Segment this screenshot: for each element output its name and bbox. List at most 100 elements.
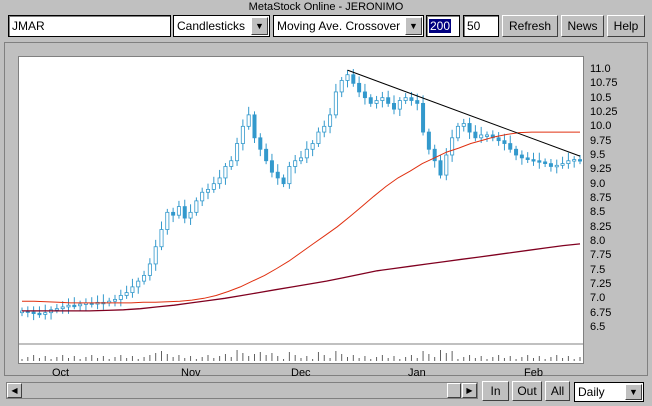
- candle-body: [72, 304, 77, 308]
- candle-body: [374, 100, 379, 104]
- candle-body: [264, 148, 269, 162]
- y-tick-label: 10.25: [590, 106, 618, 118]
- candle-body: [560, 163, 565, 166]
- candle-body: [380, 97, 385, 101]
- trendline: [347, 69, 581, 157]
- y-tick-label: 9.0: [590, 177, 606, 190]
- candle-body: [467, 123, 472, 133]
- y-tick-label: 9.5: [590, 149, 606, 161]
- candle-body: [188, 211, 193, 219]
- x-tick-label: Dec: [291, 367, 311, 379]
- candle-body: [566, 160, 571, 165]
- scroll-right-icon[interactable]: ▶: [462, 383, 477, 398]
- candle-body: [293, 160, 298, 167]
- candle-body: [444, 154, 449, 176]
- zoom-in-button[interactable]: In: [482, 381, 509, 401]
- y-tick-label: 8.25: [590, 220, 612, 233]
- zoom-out-button[interactable]: Out: [512, 381, 542, 401]
- candle-body: [554, 164, 559, 168]
- candle-body: [438, 160, 443, 176]
- candle-body: [543, 161, 548, 165]
- candle-body: [252, 114, 257, 139]
- x-tick-label: Jan: [408, 367, 426, 379]
- candle-body: [397, 100, 402, 110]
- scroll-thumb[interactable]: [447, 383, 461, 398]
- ma-long-line: [22, 243, 581, 312]
- candle-body: [525, 157, 530, 160]
- candle-body: [229, 160, 234, 167]
- y-tick-label: 6.75: [590, 306, 612, 319]
- candle-body: [281, 177, 286, 185]
- candle-body: [194, 200, 199, 213]
- y-tick-label: 8.5: [590, 206, 606, 219]
- candle-body: [54, 308, 59, 311]
- candle-body: [345, 74, 350, 81]
- candle-body: [531, 159, 536, 162]
- candle-body: [357, 82, 362, 93]
- x-tick-label: Nov: [181, 367, 201, 379]
- candle-body: [368, 97, 373, 104]
- candle-body: [182, 206, 187, 219]
- candle-body: [130, 286, 135, 294]
- y-tick-label: 7.5: [590, 263, 606, 276]
- candle-body: [473, 131, 478, 139]
- candle-body: [246, 114, 251, 127]
- candle-body: [165, 211, 170, 230]
- y-tick-label: 7.75: [590, 249, 612, 262]
- candle-body: [415, 100, 420, 104]
- candle-body: [235, 143, 240, 162]
- scroll-left-icon[interactable]: ◀: [7, 383, 22, 398]
- y-tick-label: 8.0: [590, 235, 606, 247]
- candle-body: [223, 166, 228, 179]
- candle-body: [450, 137, 455, 156]
- chevron-down-icon[interactable]: ▼: [625, 384, 642, 400]
- candle-body: [217, 177, 222, 185]
- candle-body: [316, 131, 321, 144]
- interval-value: Daily: [578, 385, 605, 399]
- zoom-all-button[interactable]: All: [545, 381, 570, 401]
- candle-body: [572, 159, 577, 162]
- candle-body: [514, 148, 519, 156]
- candle-body: [136, 280, 141, 288]
- candle-body: [275, 171, 280, 179]
- candle-body: [362, 91, 367, 99]
- y-tick-label: 6.5: [590, 321, 606, 333]
- y-tick-label: 8.75: [590, 192, 612, 204]
- candle-body: [124, 292, 129, 296]
- candle-body: [537, 160, 542, 163]
- candle-body: [37, 312, 42, 316]
- candle-body: [386, 97, 391, 104]
- candle-body: [502, 140, 507, 144]
- candle-body: [142, 274, 147, 282]
- candle-body: [496, 137, 501, 142]
- interval-select[interactable]: Daily ▼: [574, 382, 644, 402]
- y-tick-label: 10.75: [590, 77, 618, 90]
- candle-body: [205, 188, 210, 193]
- candle-body: [298, 157, 303, 162]
- candle-body: [118, 295, 123, 300]
- candle-body: [322, 125, 327, 133]
- candle-body: [304, 148, 309, 159]
- candle-body: [211, 183, 216, 190]
- candle-body: [484, 134, 489, 137]
- y-tick-label: 11.0: [590, 63, 611, 75]
- candle-body: [479, 134, 484, 139]
- candle-body: [153, 246, 158, 265]
- candle-body: [269, 160, 274, 173]
- candle-body: [432, 148, 437, 162]
- candle-body: [78, 303, 83, 307]
- candle-body: [421, 103, 426, 133]
- candle-body: [240, 125, 245, 144]
- candle-body: [171, 211, 176, 216]
- y-tick-label: 7.0: [590, 292, 606, 305]
- candle-body: [409, 97, 414, 101]
- price-chart: [18, 69, 584, 361]
- horizontal-scrollbar[interactable]: ◀ ▶: [6, 382, 478, 399]
- candle-body: [176, 206, 181, 216]
- candle-body: [461, 123, 466, 127]
- candle-body: [403, 97, 408, 101]
- candle-body: [351, 74, 356, 84]
- candle-body: [200, 191, 205, 202]
- candle-body: [60, 306, 65, 310]
- candle-body: [31, 311, 36, 314]
